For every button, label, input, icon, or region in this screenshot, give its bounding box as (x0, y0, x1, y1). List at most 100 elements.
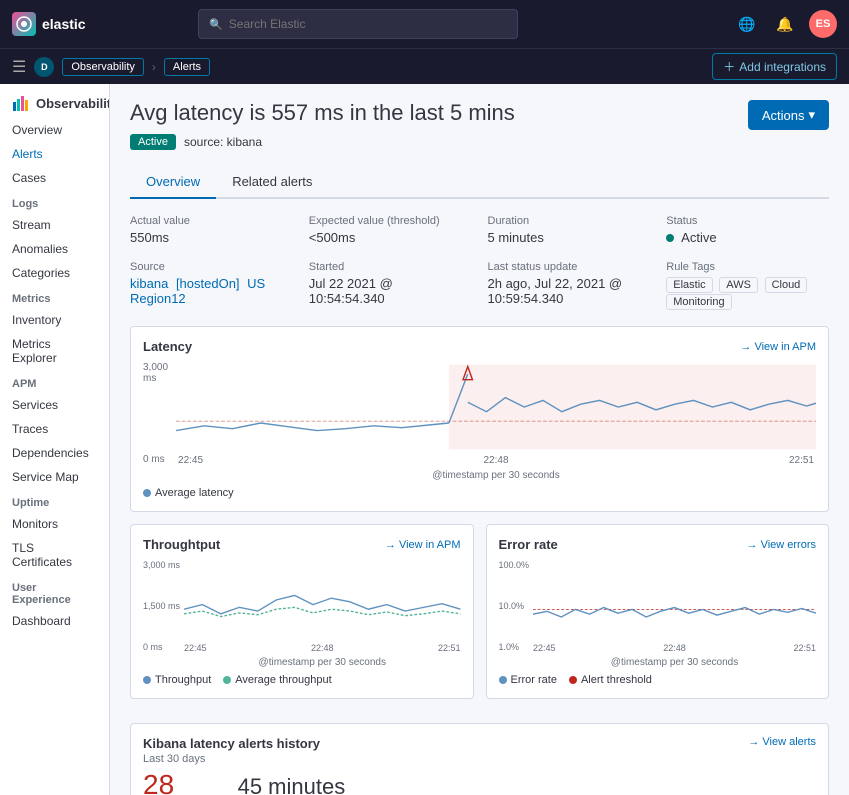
history-stats: 28 Alerts triggered 45 minutes Avg time … (143, 769, 816, 795)
latency-view-apm-link[interactable]: → View in APM (740, 341, 816, 353)
sidebar-item-traces[interactable]: Traces (0, 417, 109, 441)
breadcrumb-bar: ☰ D Observability › Alerts ＋ Add integra… (0, 48, 849, 84)
tp-y-3000: 3,000 ms (143, 560, 180, 570)
alerts-count: 28 (143, 769, 218, 795)
er-tick-1: 22:48 (663, 643, 686, 653)
legend-avg-latency: Average latency (143, 487, 234, 499)
sidebar-item-services[interactable]: Services (0, 393, 109, 417)
sidebar-item-dashboard[interactable]: Dashboard (0, 609, 109, 633)
sidebar-item-tls[interactable]: TLS Certificates (0, 536, 109, 574)
sidebar-item-categories[interactable]: Categories (0, 261, 109, 285)
add-integrations-button[interactable]: ＋ Add integrations (712, 53, 837, 80)
legend-avg-throughput: Average throughput (223, 674, 331, 686)
history-title-area: Kibana latency alerts history Last 30 da… (143, 736, 320, 765)
main-content: Avg latency is 557 ms in the last 5 mins… (110, 84, 849, 795)
tab-related-alerts[interactable]: Related alerts (216, 166, 328, 199)
bell-icon-button[interactable]: 🔔 (771, 10, 799, 38)
app-layout: Observability Overview Alerts Cases Logs… (0, 84, 849, 795)
info-status: Status Active (666, 215, 829, 245)
breadcrumb-observability[interactable]: Observability (62, 58, 144, 76)
error-rate-chart-title: Error rate (499, 537, 558, 552)
info-started: Started Jul 22 2021 @ 10:54:54.340 (309, 261, 472, 310)
globe-icon-button[interactable]: 🌐 (733, 10, 761, 38)
er-tick-0: 22:45 (533, 643, 556, 653)
latency-legend: Average latency (143, 487, 816, 499)
er-y-100: 100.0% (499, 560, 530, 570)
sidebar-group-ux: User Experience (0, 574, 109, 609)
throughput-x-label: @timestamp per 30 seconds (184, 657, 460, 668)
sidebar-item-metrics-explorer[interactable]: Metrics Explorer (0, 332, 109, 370)
source-hosted-link[interactable]: [hostedOn] (176, 276, 240, 291)
history-header: Kibana latency alerts history Last 30 da… (143, 736, 816, 765)
sidebar-group-apm: APM (0, 370, 109, 393)
breadcrumb-user-icon: D (34, 57, 54, 77)
sidebar-item-cases[interactable]: Cases (0, 166, 109, 190)
legend-threshold-dot (569, 676, 577, 684)
info-expected-value: Expected value (threshold) <500ms (309, 215, 472, 245)
sidebar-item-anomalies[interactable]: Anomalies (0, 237, 109, 261)
active-badge: Active (130, 134, 176, 150)
observability-icon (12, 94, 30, 112)
sidebar-item-monitors[interactable]: Monitors (0, 512, 109, 536)
sidebar-group-metrics: Metrics (0, 285, 109, 308)
plus-icon: ＋ (723, 58, 735, 75)
actions-button[interactable]: Actions ▾ (748, 100, 829, 130)
throughput-view-apm-link[interactable]: → View in APM (385, 539, 461, 551)
top-nav: elastic 🔍 🌐 🔔 ES (0, 0, 849, 48)
legend-avg-dot (143, 489, 151, 497)
tp-tick-2: 22:51 (438, 643, 461, 653)
sidebar-item-alerts[interactable]: Alerts (0, 142, 109, 166)
tp-tick-0: 22:45 (184, 643, 207, 653)
legend-error-rate: Error rate (499, 674, 557, 686)
er-y-1: 1.0% (499, 642, 530, 652)
error-rate-chart-svg (533, 560, 816, 640)
sidebar-item-service-map[interactable]: Service Map (0, 465, 109, 489)
latency-y-0: 0 ms (143, 454, 168, 465)
badge-row: Active source: kibana (130, 134, 515, 150)
sidebar-group-uptime: Uptime (0, 489, 109, 512)
history-subtitle: Last 30 days (143, 753, 205, 765)
sidebar-item-overview[interactable]: Overview (0, 118, 109, 142)
latency-chart-title: Latency (143, 339, 192, 354)
info-rule-tags: Rule Tags Elastic AWS Cloud Monitoring (666, 261, 829, 310)
tab-overview[interactable]: Overview (130, 166, 216, 199)
legend-error-rate-dot (499, 676, 507, 684)
latency-tick-1: 22:48 (484, 455, 509, 466)
info-grid: Actual value 550ms Expected value (thres… (130, 215, 829, 310)
hamburger-icon[interactable]: ☰ (12, 57, 26, 77)
search-icon: 🔍 (209, 18, 223, 31)
tp-y-1500: 1,500 ms (143, 601, 180, 611)
sidebar: Observability Overview Alerts Cases Logs… (0, 84, 110, 795)
latency-x-label: @timestamp per 30 seconds (176, 470, 816, 481)
sidebar-item-stream[interactable]: Stream (0, 213, 109, 237)
error-rate-chart-card: Error rate → View errors 100.0% 10.0% 1.… (486, 524, 830, 699)
breadcrumb-alerts[interactable]: Alerts (164, 58, 210, 76)
throughput-chart-header: Throughtput → View in APM (143, 537, 461, 552)
tag-monitoring: Monitoring (666, 294, 731, 310)
sidebar-item-dependencies[interactable]: Dependencies (0, 441, 109, 465)
sidebar-header: Observability (0, 84, 109, 118)
info-source: Source kibana [hostedOn] US Region12 (130, 261, 293, 310)
info-duration: Duration 5 minutes (488, 215, 651, 245)
error-rate-legend: Error rate Alert threshold (499, 674, 817, 686)
user-avatar[interactable]: ES (809, 10, 837, 38)
two-charts-row: Throughtput → View in APM 3,000 ms 1,500… (130, 524, 829, 711)
recovery-time: 45 minutes (238, 774, 346, 795)
search-input[interactable] (229, 17, 507, 31)
tp-y-0: 0 ms (143, 642, 180, 652)
sidebar-group-logs: Logs (0, 190, 109, 213)
latency-y-3000: 3,000ms (143, 362, 168, 384)
sidebar-item-inventory[interactable]: Inventory (0, 308, 109, 332)
legend-throughput-dot (143, 676, 151, 684)
legend-throughput: Throughput (143, 674, 211, 686)
source-kibana-link[interactable]: kibana (130, 276, 168, 291)
tag-aws: AWS (719, 277, 758, 293)
view-alerts-link[interactable]: → View alerts (748, 736, 816, 748)
throughput-chart-title: Throughtput (143, 537, 220, 552)
latency-tick-2: 22:51 (789, 455, 814, 466)
latency-tick-0: 22:45 (178, 455, 203, 466)
search-bar[interactable]: 🔍 (198, 9, 518, 39)
error-rate-view-link[interactable]: → View errors (747, 539, 816, 551)
throughput-legend: Throughput Average throughput (143, 674, 461, 686)
error-rate-chart-header: Error rate → View errors (499, 537, 817, 552)
